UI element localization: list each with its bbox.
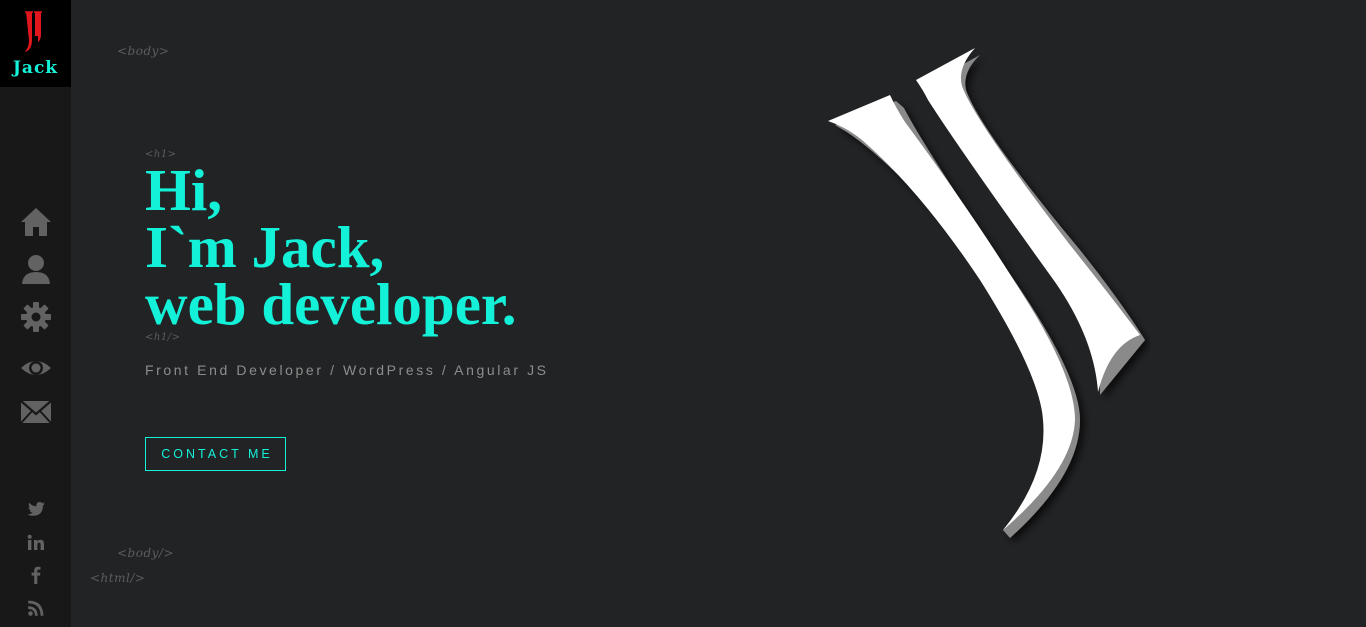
social-twitter[interactable] <box>26 499 46 519</box>
nav-about[interactable] <box>19 252 53 286</box>
social-linkedin[interactable] <box>26 533 46 553</box>
nav-contact[interactable] <box>19 395 53 429</box>
logo[interactable]: Jack <box>0 0 71 87</box>
gear-icon <box>21 302 51 332</box>
twitter-icon <box>27 502 45 516</box>
facebook-icon <box>31 566 41 584</box>
eye-icon <box>21 361 51 375</box>
html-close-tag: <html/> <box>90 571 146 585</box>
user-icon <box>22 255 50 284</box>
sidebar: Jack <box>0 0 71 627</box>
hero-headline: Hi, I`m Jack, web developer. <box>145 157 517 337</box>
body-close-tag: <body/> <box>117 546 175 560</box>
headline-line-2: I`m Jack, <box>145 214 385 280</box>
linkedin-icon <box>27 534 44 550</box>
jj-logo-icon <box>25 11 42 52</box>
home-icon <box>21 208 51 236</box>
headline-line-1: Hi, <box>145 157 223 223</box>
nav-portfolio[interactable] <box>19 351 53 385</box>
social-facebook[interactable] <box>26 565 46 585</box>
social-rss[interactable] <box>26 598 46 618</box>
logo-text: Jack <box>12 58 59 78</box>
large-jj-logo-icon <box>828 48 1145 538</box>
nav-skills[interactable] <box>19 300 53 334</box>
body-open-tag: <body> <box>117 44 170 58</box>
envelope-icon <box>20 400 52 424</box>
rss-icon <box>28 600 44 616</box>
headline-line-3: web developer. <box>145 271 517 337</box>
contact-me-button[interactable]: CONTACT ME <box>145 437 286 471</box>
nav-home[interactable] <box>19 205 53 239</box>
hero-subtitle: Front End Developer / WordPress / Angula… <box>145 362 549 378</box>
